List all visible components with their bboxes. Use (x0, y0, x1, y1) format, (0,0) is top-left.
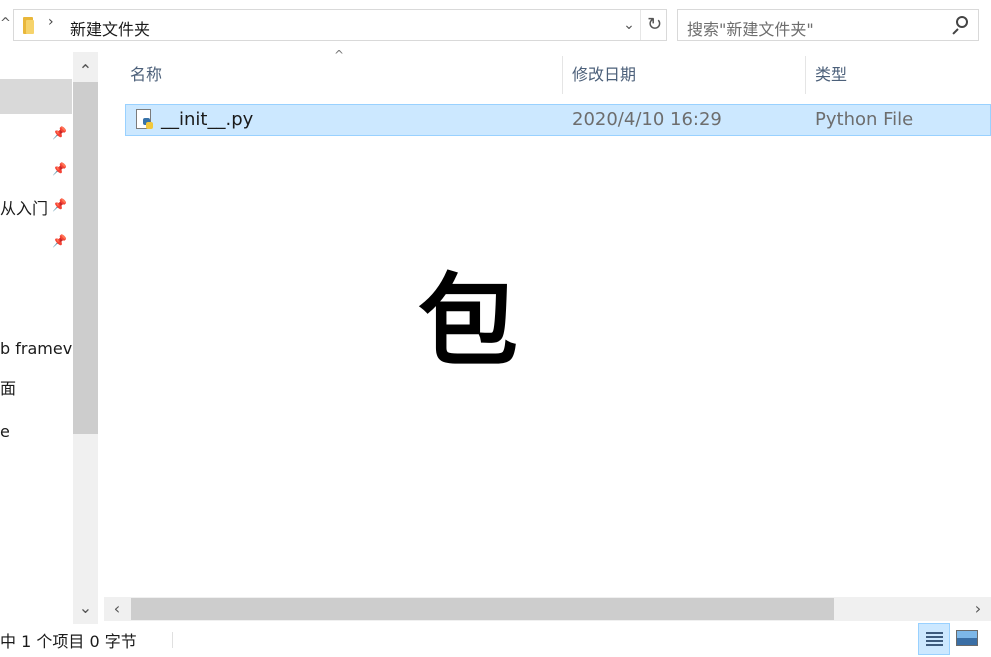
column-divider[interactable] (562, 56, 563, 94)
sort-ascending-icon: ^ (334, 48, 345, 62)
file-row-selected[interactable]: __init__.py 2020/4/10 16:29 Python File (125, 104, 991, 136)
scroll-right-icon[interactable]: › (965, 597, 991, 621)
large-icons-view-button[interactable] (956, 630, 978, 646)
pin-icon: 📌 (52, 162, 67, 176)
scroll-left-icon[interactable]: ‹ (104, 597, 130, 621)
breadcrumb-current-folder[interactable]: 新建文件夹 (70, 16, 150, 40)
nav-item-label[interactable]: 面 (0, 375, 16, 399)
up-arrow-icon[interactable]: ^ (0, 12, 11, 36)
pin-icon: 📌 (52, 234, 67, 248)
pin-icon: 📌 (52, 126, 67, 140)
scroll-up-icon[interactable]: ⌃ (73, 56, 98, 86)
toolbar: ^ › 新建文件夹 ⌄ ↻ 搜索"新建文件夹" (0, 0, 991, 50)
column-header-name[interactable]: 名称 (130, 56, 162, 94)
navigation-pane: 📌 📌 📌 📌 从入门 b framev 面 e ⌃ ⌄ (0, 52, 98, 624)
overlay-caption: 包 (418, 263, 518, 380)
details-view-button[interactable] (918, 623, 950, 655)
pin-icon: 📌 (52, 198, 67, 212)
scroll-down-icon[interactable]: ⌄ (73, 593, 98, 623)
search-input[interactable]: 搜索"新建文件夹" (677, 9, 979, 41)
column-divider[interactable] (805, 56, 806, 94)
search-icon[interactable] (951, 16, 969, 35)
folder-icon (21, 17, 37, 34)
nav-item-label[interactable]: e (0, 422, 10, 441)
horizontal-scrollbar-thumb[interactable] (131, 598, 834, 620)
file-name[interactable]: __init__.py (161, 105, 253, 135)
refresh-button[interactable]: ↻ (640, 10, 668, 40)
nav-item-selected[interactable] (0, 79, 72, 114)
column-header-type[interactable]: 类型 (815, 56, 847, 94)
search-placeholder: 搜索"新建文件夹" (687, 20, 814, 39)
chevron-down-icon[interactable]: ⌄ (619, 14, 639, 36)
details-view-icon (926, 632, 943, 646)
breadcrumb-separator-icon[interactable]: › (48, 14, 54, 30)
column-header-modified[interactable]: 修改日期 (572, 56, 636, 94)
python-file-icon (135, 109, 154, 132)
address-bar[interactable]: › 新建文件夹 ⌄ ↻ (13, 9, 667, 41)
status-divider (172, 632, 173, 648)
file-modified: 2020/4/10 16:29 (572, 109, 722, 130)
status-text: 中 1 个项目 0 字节 (0, 632, 137, 651)
file-type: Python File (815, 109, 914, 130)
nav-item-label[interactable]: b framev (0, 339, 72, 358)
nav-scrollbar-thumb[interactable] (73, 82, 98, 434)
nav-item-label[interactable]: 从入门 (0, 195, 48, 219)
